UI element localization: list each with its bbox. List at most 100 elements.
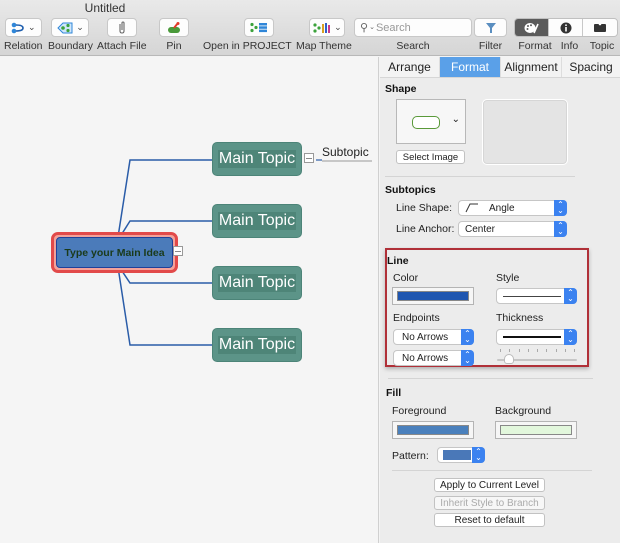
search-tool: ⚲ ⌄ Search Search (354, 18, 472, 52)
pattern-label: Pattern: (392, 450, 429, 462)
subtopic[interactable]: Subtopic (322, 145, 369, 159)
stepper-arrows-icon: ⌃ ⌄ (461, 329, 474, 345)
reset-to-default-button[interactable]: Reset to default (434, 513, 545, 527)
stepper-arrows-icon: ⌃ ⌄ (554, 221, 567, 237)
boundary-label: Boundary (48, 40, 93, 52)
relation-tool[interactable]: ⌄ Relation (4, 18, 43, 52)
angle-line-icon (465, 203, 478, 213)
filter-button[interactable] (474, 18, 507, 37)
slider-tick (509, 349, 511, 352)
line-style-select[interactable]: ⌃ ⌄ (496, 288, 577, 304)
main-topic-text: Main Topic (217, 150, 297, 168)
app-window: Untitled ⌄ Relation ⌄ Boundary Attach Fi… (0, 0, 620, 543)
slider-tick (546, 349, 548, 352)
line-color-well[interactable] (392, 287, 474, 305)
window-title: Untitled (84, 1, 126, 15)
boundary-button[interactable]: ⌄ (51, 18, 90, 37)
foreground-swatch (397, 425, 469, 435)
open-in-project-button[interactable] (244, 18, 275, 37)
line-thickness-select[interactable]: ⌃ ⌄ (496, 329, 577, 345)
project-icon (250, 22, 268, 33)
foreground-color-well[interactable] (392, 421, 474, 439)
main-topic[interactable]: Main Topic (212, 142, 302, 176)
central-topic[interactable]: Type your Main Idea (51, 232, 178, 273)
background-swatch (500, 425, 572, 435)
boundary-icon (57, 22, 73, 33)
slider-thumb[interactable] (504, 354, 515, 364)
pattern-select[interactable]: ⌃ ⌄ (437, 447, 485, 463)
format-view-button[interactable] (515, 19, 549, 36)
relation-button[interactable]: ⌄ (4, 18, 42, 37)
open-in-project-tool[interactable]: Open in PROJECT (203, 18, 292, 52)
info-label: Info (560, 40, 579, 52)
map-theme-button[interactable]: ⌄ (309, 18, 346, 37)
line-anchor-select[interactable]: Center ⌃ ⌄ (458, 221, 567, 237)
line-shape-label: Line Shape: (396, 202, 453, 214)
paperclip-icon (119, 21, 125, 34)
filter-tool[interactable]: Filter (474, 18, 507, 52)
stepper-arrows-icon: ⌃ ⌄ (554, 200, 567, 216)
main-topic-text: Main Topic (217, 212, 297, 230)
thickness-slider[interactable] (497, 349, 577, 365)
central-topic-text[interactable]: Type your Main Idea (56, 237, 173, 268)
slider-tick (555, 349, 557, 352)
topic-icon (594, 22, 606, 32)
line-color-swatch (397, 291, 469, 301)
pin-tool[interactable]: Pin (159, 18, 189, 52)
collapse-toggle[interactable] (173, 246, 183, 256)
endpoints-label: Endpoints (393, 312, 440, 324)
line-color-label: Color (393, 272, 419, 284)
endpoint-end-select[interactable]: No Arrows ⌃ ⌄ (393, 350, 474, 366)
toolbar: Untitled ⌄ Relation ⌄ Boundary Attach Fi… (0, 0, 620, 56)
slider-tick (564, 349, 566, 352)
attach-file-tool[interactable]: Attach File (97, 18, 147, 52)
line-shape-value: Angle (489, 202, 515, 214)
map-theme-tool[interactable]: ⌄ Map Theme (296, 18, 352, 52)
mind-map-canvas[interactable]: Type your Main Idea Main Topic Subtopic … (0, 57, 379, 543)
topic-label: Topic (589, 40, 615, 52)
search-label: Search (396, 40, 430, 52)
select-image-button[interactable]: Select Image (396, 150, 465, 164)
tab-arrange[interactable]: Arrange (380, 57, 440, 77)
pin-button[interactable] (159, 18, 189, 37)
slider-tick (537, 349, 538, 352)
collapse-toggle[interactable] (304, 153, 314, 163)
endpoint-start-select[interactable]: No Arrows ⌃ ⌄ (393, 329, 474, 345)
topic-view-button[interactable] (583, 19, 617, 36)
endpoint-end-value: No Arrows (402, 352, 449, 364)
main-topic[interactable]: Main Topic (212, 204, 302, 238)
map-theme-icon (313, 22, 331, 33)
pattern-swatch (443, 450, 471, 460)
stepper-arrows-icon: ⌃ ⌄ (564, 329, 577, 345)
slider-tick (500, 349, 501, 352)
main-topic[interactable]: Main Topic (212, 266, 302, 300)
fill-section-title: Fill (386, 387, 402, 399)
apply-to-current-level-button[interactable]: Apply to Current Level (434, 478, 545, 492)
relation-icon (11, 22, 24, 33)
chevron-down-icon: ⌄ (76, 22, 84, 32)
endpoint-start-value: No Arrows (402, 331, 449, 343)
background-label: Background (495, 405, 552, 417)
line-section-title: Line (387, 255, 409, 267)
info-view-button[interactable] (549, 19, 583, 36)
tab-spacing[interactable]: Spacing (562, 57, 620, 77)
chevron-down-icon: ⌄ (334, 22, 342, 32)
divider (388, 378, 593, 379)
shape-picker[interactable]: ⌄ (396, 99, 466, 144)
thick-line-icon (503, 336, 561, 338)
tab-alignment[interactable]: Alignment (501, 57, 562, 77)
inherit-style-to-branch-button[interactable]: Inherit Style to Branch (434, 496, 545, 510)
shape-section-title: Shape (385, 83, 417, 95)
chevron-down-icon: ⌄ (27, 22, 36, 32)
tab-format[interactable]: Format (440, 57, 501, 77)
open-in-project-label: Open in PROJECT (203, 40, 292, 52)
subtopics-section-title: Subtopics (385, 184, 436, 196)
divider (385, 176, 575, 177)
line-shape-select[interactable]: Angle ⌃ ⌄ (458, 200, 567, 216)
search-input[interactable]: ⚲ ⌄ Search (354, 18, 472, 37)
main-topic[interactable]: Main Topic (212, 328, 302, 362)
attach-file-button[interactable] (106, 18, 137, 37)
pin-icon (168, 21, 180, 33)
boundary-tool[interactable]: ⌄ Boundary (48, 18, 93, 52)
background-color-well[interactable] (495, 421, 577, 439)
